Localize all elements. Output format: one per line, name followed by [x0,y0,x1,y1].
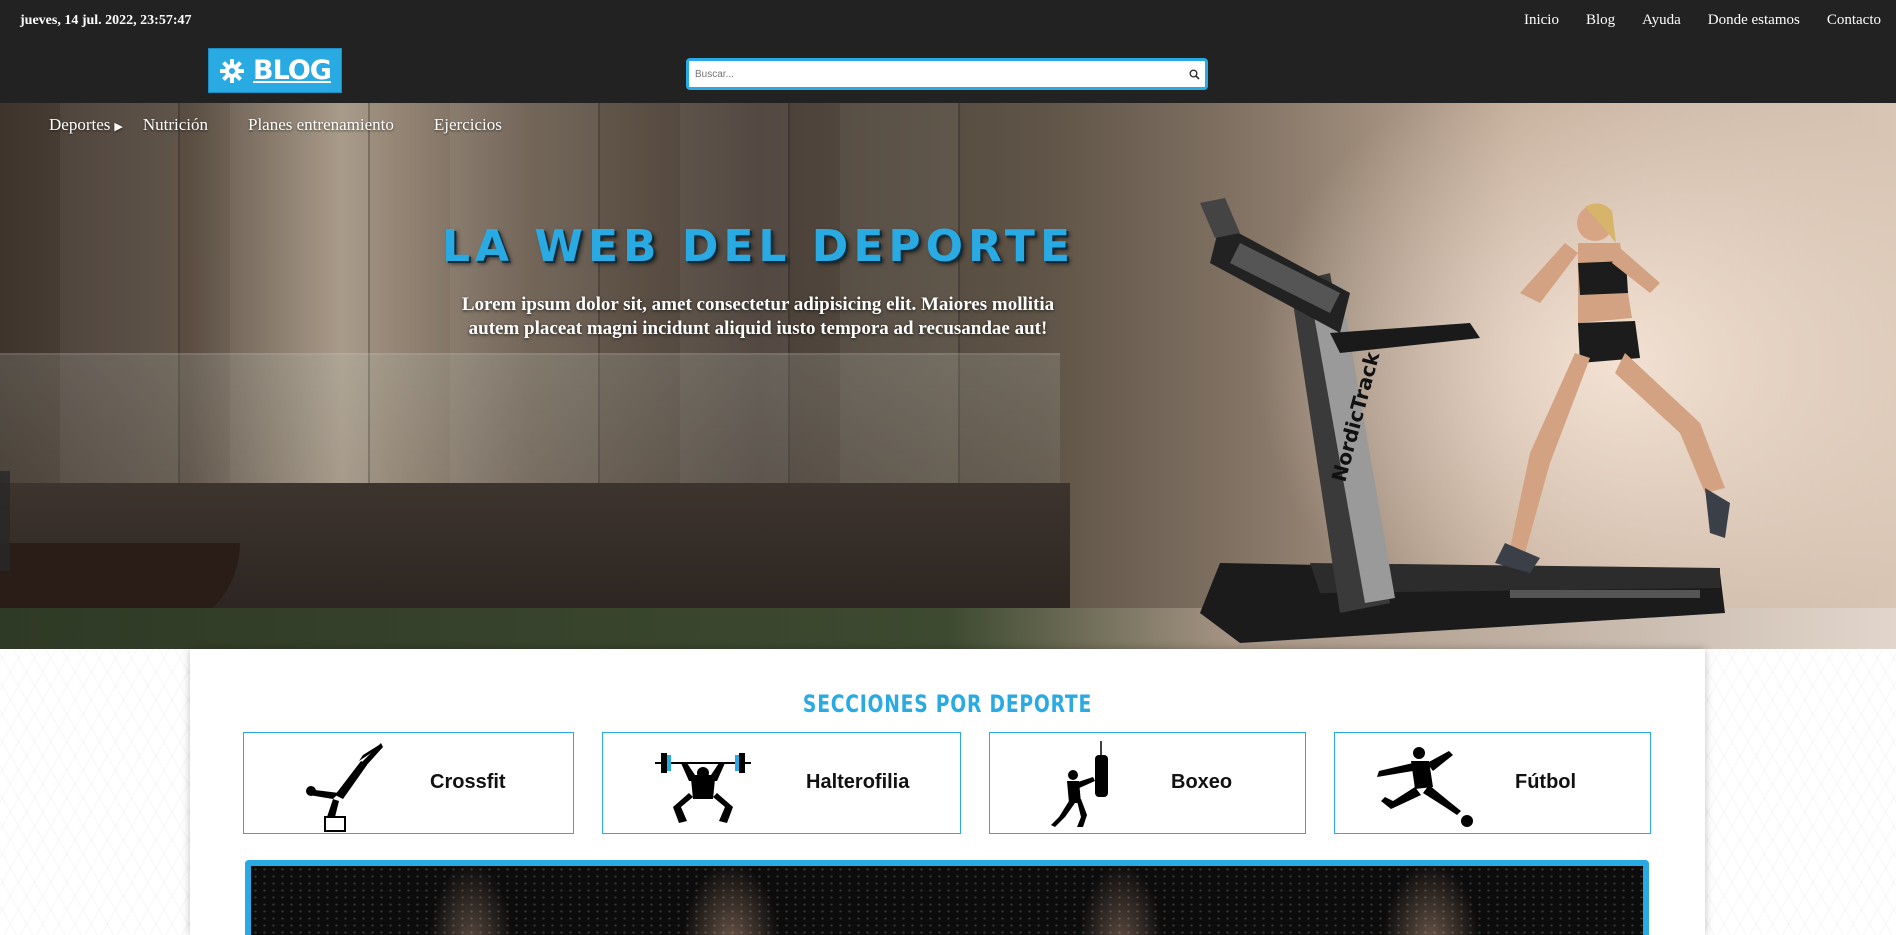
section-title: SECCIONES POR DEPORTE [802,690,1093,718]
search-box [686,58,1208,90]
sport-card-crossfit[interactable]: Crossfit [243,732,574,834]
datetime: jueves, 14 jul. 2022, 23:57:47 [20,13,192,28]
hero-text: Lorem ipsum dolor sit, amet consectetur … [461,294,1055,339]
sport-card-futbol[interactable]: Fútbol [1334,732,1651,834]
nav-link-ayuda[interactable]: Ayuda [1642,12,1681,29]
search-icon[interactable] [1183,69,1205,80]
nav-link-contacto[interactable]: Contacto [1827,12,1881,29]
sport-card-label: Crossfit [430,771,506,793]
category-nav: Deportes ▶ Nutrición Planes entrenamiento… [49,115,542,135]
side-tab[interactable] [0,471,10,571]
football-icon [1377,747,1473,827]
sport-card-label: Boxeo [1171,771,1233,793]
category-deportes[interactable]: Deportes ▶ [49,115,123,135]
nav-link-donde-estamos[interactable]: Donde estamos [1708,12,1800,29]
sport-card-boxeo[interactable]: Boxeo [989,732,1306,834]
hero-banner: NordicTrack Deportes ▶ Nutrición Planes e… [0,103,1896,649]
category-label: Deportes [49,115,111,134]
nav-link-inicio[interactable]: Inicio [1524,12,1559,29]
blog-logo[interactable]: BLOG [208,48,342,93]
weightlifting-icon [655,753,751,823]
category-ejercicios[interactable]: Ejercicios [434,115,502,135]
nav-link-blog[interactable]: Blog [1586,12,1615,29]
sport-card-label: Fútbol [1515,771,1577,793]
sport-card-label: Halterofilia [806,771,910,793]
sport-card-halterofilia[interactable]: Halterofilia [602,732,961,834]
boxing-icon [1051,741,1108,827]
hero-title: LA WEB DEL DEPORTE [442,221,1075,272]
treadmill-runner-image: NordicTrack [1200,198,1730,643]
gear-icon [220,58,245,83]
logo-text: BLOG [253,55,332,86]
crossfit-icon [306,743,383,832]
main-content: SECCIONES POR DEPORTE Crossfit Halterofi… [190,649,1705,935]
category-nutricion[interactable]: Nutrición [143,115,208,135]
featured-image[interactable] [245,860,1649,935]
category-planes-entrenamiento[interactable]: Planes entrenamiento [248,115,394,135]
submenu-arrow-icon: ▶ [114,121,123,133]
top-bar: jueves, 14 jul. 2022, 23:57:47 Inicio Bl… [0,0,1896,103]
search-input[interactable] [689,61,1183,87]
top-nav: Inicio Blog Ayuda Donde estamos Contacto [1497,12,1881,29]
